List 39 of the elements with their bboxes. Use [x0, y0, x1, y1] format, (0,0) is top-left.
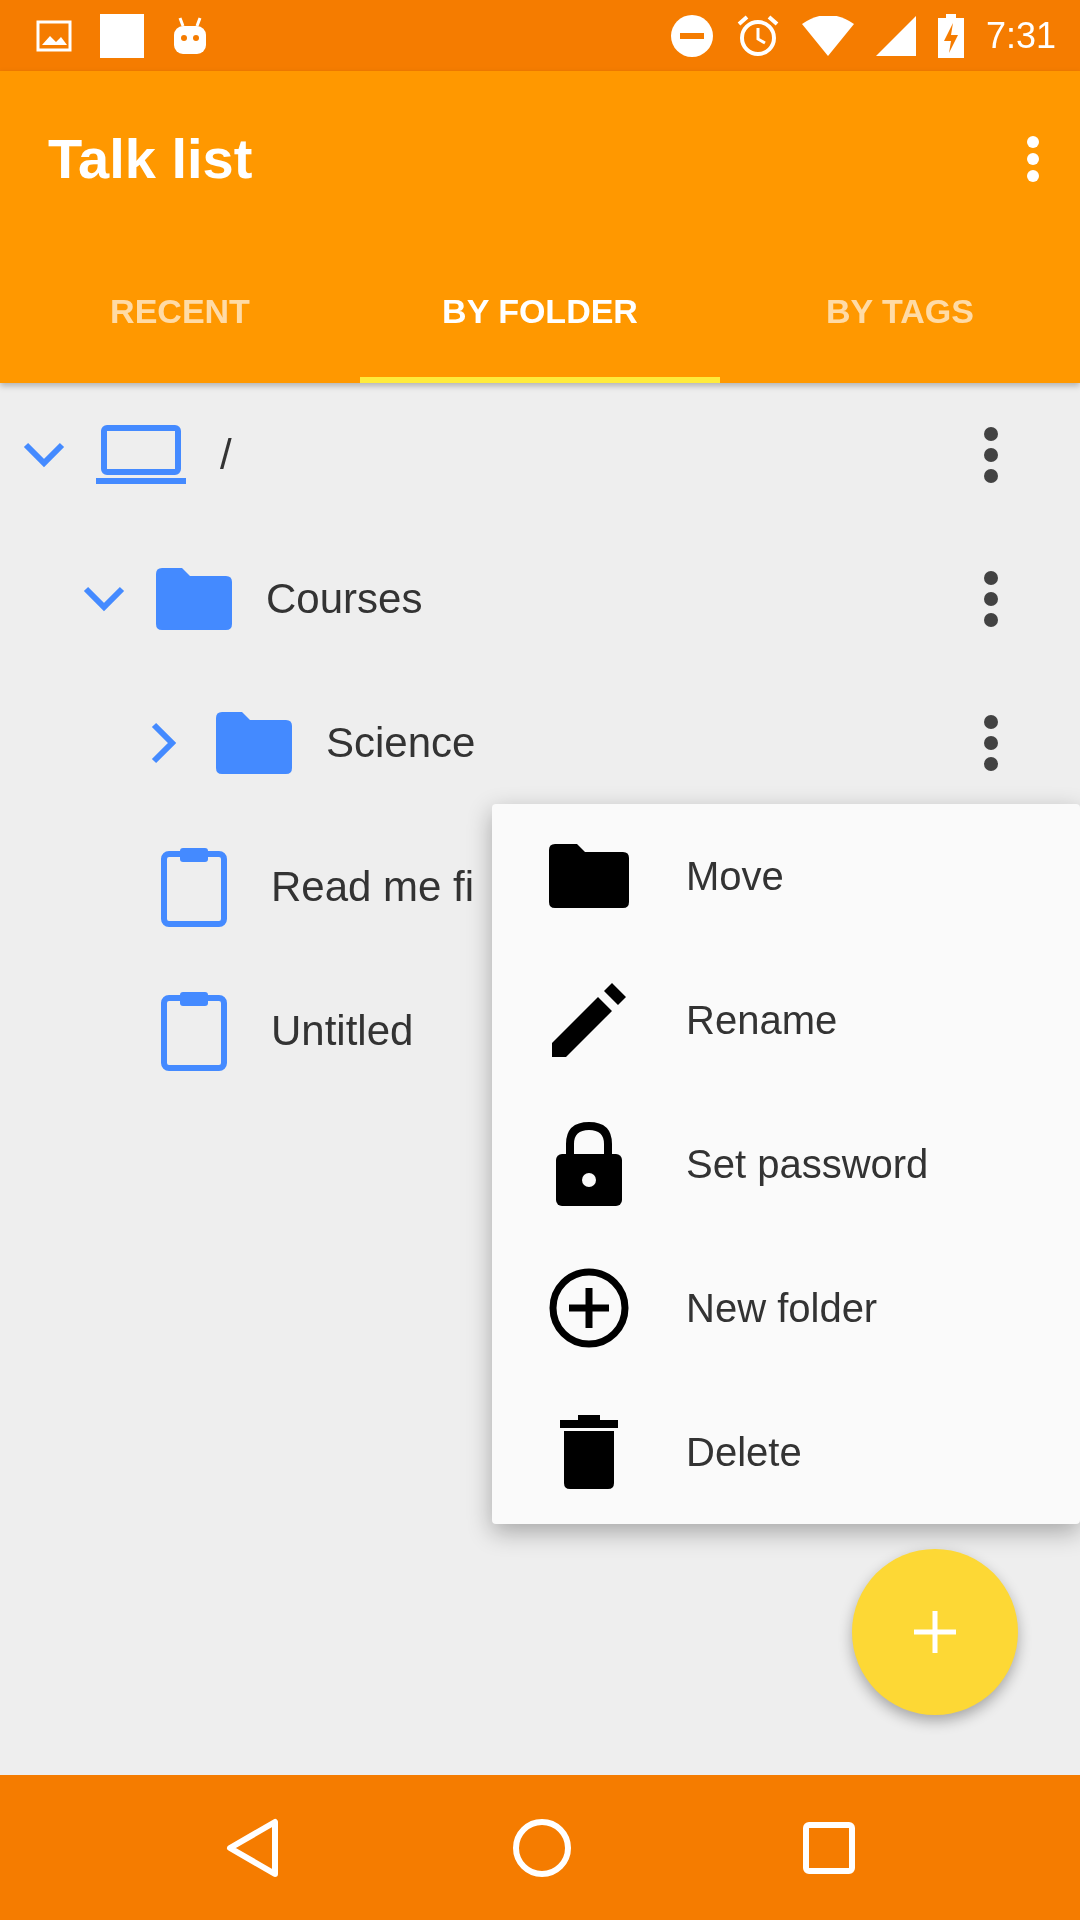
- tree-item-label[interactable]: Courses: [266, 575, 423, 623]
- recents-icon[interactable]: [802, 1821, 855, 1874]
- signal-icon: [875, 15, 916, 56]
- robot-icon: [172, 15, 208, 56]
- pencil-icon: [552, 983, 626, 1057]
- menu-item[interactable]: New folder: [492, 1236, 1080, 1380]
- app-title: Talk list: [48, 126, 253, 191]
- square-icon: [100, 13, 144, 58]
- battery-charging-icon: [937, 13, 964, 58]
- folder-icon: [216, 712, 292, 774]
- wifi-icon: [801, 15, 854, 56]
- menu-item[interactable]: Set password: [492, 1092, 1080, 1236]
- chevron-down-icon[interactable]: [82, 585, 126, 613]
- alarm-icon: [735, 13, 780, 58]
- plus-icon: [914, 1611, 956, 1653]
- tree-item-label[interactable]: /: [220, 431, 232, 479]
- tree-item-label[interactable]: Science: [326, 719, 476, 767]
- trash-icon: [560, 1415, 618, 1489]
- image-icon: [36, 19, 72, 52]
- home-icon[interactable]: [512, 1817, 572, 1878]
- lock-icon: [556, 1122, 622, 1206]
- status-time: 7:31: [985, 14, 1056, 57]
- folder-icon: [549, 844, 629, 908]
- menu-item[interactable]: Delete: [492, 1380, 1080, 1524]
- tree-item-label[interactable]: Read me fi: [271, 863, 475, 911]
- menu-item[interactable]: Move: [492, 804, 1080, 948]
- more-icon[interactable]: [984, 427, 998, 483]
- folder-icon: [156, 568, 232, 630]
- tree-item-label[interactable]: Untitled: [271, 1007, 414, 1055]
- clipboard-icon: [160, 846, 228, 928]
- clipboard-icon: [160, 990, 228, 1072]
- add-circle-icon: [549, 1268, 629, 1348]
- more-icon[interactable]: [984, 571, 998, 627]
- do-not-disturb-icon: [669, 13, 714, 58]
- add-button[interactable]: [852, 1549, 1018, 1715]
- laptop-icon: [96, 425, 186, 485]
- chevron-down-icon[interactable]: [22, 441, 66, 469]
- menu-item[interactable]: Rename: [492, 948, 1080, 1092]
- more-icon[interactable]: [984, 715, 998, 771]
